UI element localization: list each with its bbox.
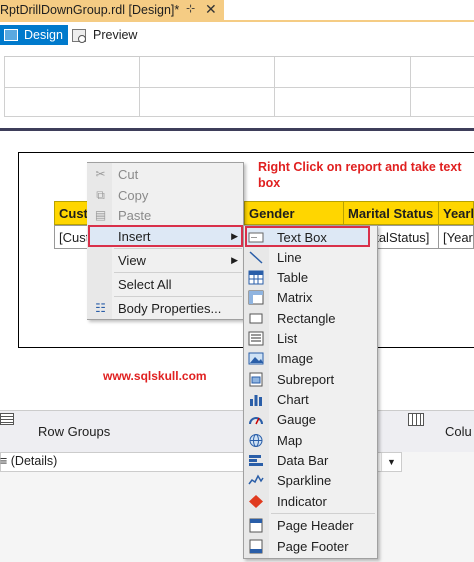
submenu-item-chart[interactable]: Chart (244, 389, 377, 409)
document-tab[interactable]: RptDrillDownGroup.rdl [Design]* ⊹ ✕ (0, 0, 224, 21)
menu-item-label: Copy (118, 187, 149, 203)
submenu-item-label: Sparkline (277, 472, 332, 488)
menu-separator (271, 513, 375, 514)
menu-item-select-all[interactable]: Select All (88, 273, 243, 295)
menu-item-cut[interactable]: ✂ Cut (88, 163, 243, 185)
menu-item-body-properties[interactable]: ☷ Body Properties... (88, 297, 243, 319)
submenu-item-label: Data Bar (277, 452, 329, 468)
submenu-item-label: Map (277, 432, 303, 448)
matrix-icon (248, 290, 264, 304)
chevron-down-icon[interactable]: ▼ (381, 453, 401, 471)
preview-label: Preview (93, 28, 138, 42)
view-toolbar: Design Preview (0, 22, 474, 48)
submenu-item-label: Matrix (277, 289, 313, 305)
submenu-item-page-footer[interactable]: Page Footer (244, 536, 377, 556)
submenu-item-label: Chart (277, 391, 309, 407)
preview-icon (72, 28, 86, 43)
submenu-item-label: Indicator (277, 493, 327, 509)
paste-icon: ▤ (94, 208, 107, 222)
submenu-item-label: Page Footer (277, 538, 349, 554)
submenu-item-subreport[interactable]: Subreport (244, 369, 377, 389)
menu-item-label: View (118, 252, 146, 268)
pin-icon[interactable]: ⊹ (186, 2, 195, 15)
tablix-header-cell[interactable]: Cust (54, 201, 88, 225)
submenu-item-image[interactable]: Image (244, 348, 377, 368)
submenu-item-rectangle[interactable]: Rectangle (244, 308, 377, 328)
document-tab-title: RptDrillDownGroup.rdl [Design]* (0, 2, 180, 17)
cut-icon: ✂ (95, 167, 106, 181)
column-groups-title: Colu (445, 424, 472, 439)
grid-line (4, 87, 474, 88)
grid-line (4, 116, 474, 117)
submenu-item-page-header[interactable]: Page Header (244, 515, 377, 535)
submenu-item-label: Gauge (277, 411, 317, 427)
design-label: Design (24, 28, 63, 42)
submenu-item-map[interactable]: Map (244, 430, 377, 450)
line-icon (249, 250, 263, 264)
submenu-item-label: Rectangle (277, 310, 336, 326)
page-header-icon (249, 518, 263, 532)
submenu-item-line[interactable]: Line (244, 247, 377, 267)
table-icon (248, 270, 264, 284)
submenu-item-label: Page Header (277, 517, 354, 533)
submenu-item-label: Image (277, 350, 314, 366)
tablix-data-cell[interactable]: [Year (438, 225, 474, 249)
tablix-data-cell[interactable]: [Cust (54, 225, 88, 249)
close-icon[interactable]: ✕ (205, 1, 217, 18)
dataset-grid (4, 56, 474, 117)
menu-item-label: Insert (118, 228, 151, 244)
submenu-item-label: Text Box (277, 229, 327, 245)
submenu-item-table[interactable]: Table (244, 267, 377, 287)
submenu-item-label: Table (277, 269, 309, 285)
menu-item-insert[interactable]: Insert ▶ (88, 225, 243, 247)
menu-item-label: Paste (118, 207, 152, 223)
rectangle-icon (249, 313, 263, 323)
column-groups-icon (408, 413, 424, 426)
submenu-item-textbox[interactable]: Text Box (244, 227, 377, 247)
subreport-icon (249, 372, 263, 386)
copy-icon: ⧉ (96, 187, 105, 202)
submenu-item-label: Subreport (277, 371, 335, 387)
tablix-header-cell[interactable]: Marital Status (343, 201, 439, 225)
gauge-icon (249, 416, 263, 424)
menu-item-copy[interactable]: ⧉ Copy (88, 184, 243, 206)
design-surface-divider (0, 128, 474, 131)
menu-item-paste[interactable]: ▤ Paste (88, 204, 243, 226)
row-groups-icon (0, 413, 14, 425)
tablix-header-cell[interactable]: Yearl (438, 201, 474, 225)
submenu-item-list[interactable]: List (244, 328, 377, 348)
design-icon (4, 29, 18, 41)
menu-item-label: Cut (118, 166, 139, 182)
row-groups-title: Row Groups (38, 424, 111, 439)
map-icon (249, 433, 263, 447)
submenu-arrow-icon: ▶ (231, 254, 238, 265)
menu-item-view[interactable]: View ▶ (88, 249, 243, 271)
submenu-arrow-icon: ▶ (231, 230, 238, 241)
submenu-item-gauge[interactable]: Gauge (244, 409, 377, 429)
properties-icon: ☷ (95, 301, 106, 315)
preview-tab-button[interactable]: Preview (72, 25, 137, 45)
page-footer-icon (249, 539, 263, 553)
details-group-label: ≡ (Details) (0, 454, 58, 468)
annotation-text: Right Click on report and take text box (258, 160, 462, 190)
submenu-item-label: List (277, 330, 298, 346)
menu-item-label: Body Properties... (118, 300, 222, 316)
tablix-header-cell[interactable]: Gender (244, 201, 344, 225)
site-watermark: www.sqlskull.com (103, 369, 207, 383)
design-tab-button[interactable]: Design (0, 25, 68, 45)
submenu-item-label: Line (277, 249, 302, 265)
menu-item-label: Select All (118, 276, 172, 292)
submenu-item-sparkline[interactable]: Sparkline (244, 470, 377, 490)
submenu-item-indicator[interactable]: Indicator (244, 491, 377, 511)
indicator-icon (249, 494, 263, 508)
list-icon (248, 331, 264, 345)
image-icon (248, 352, 264, 364)
chart-icon (250, 394, 262, 406)
textbox-icon (248, 232, 264, 242)
sparkline-icon (248, 473, 264, 484)
submenu-item-databar[interactable]: Data Bar (244, 450, 377, 470)
submenu-item-matrix[interactable]: Matrix (244, 287, 377, 307)
databar-icon (249, 454, 263, 466)
